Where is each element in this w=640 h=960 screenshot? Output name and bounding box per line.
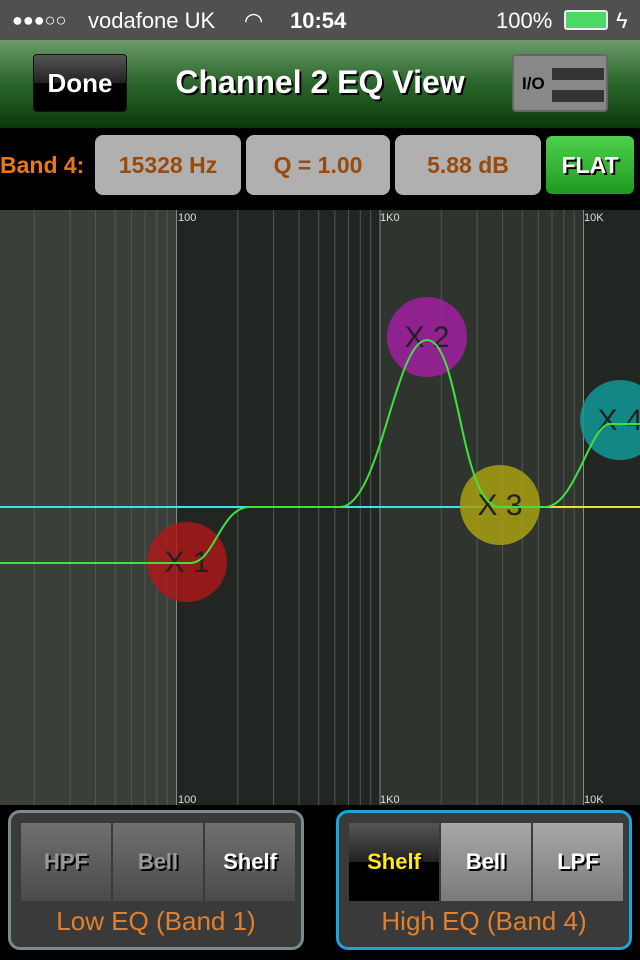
gain-field[interactable]: 5.88 dB xyxy=(395,135,541,195)
eq-node[interactable]: X 3 xyxy=(460,465,540,545)
low-eq-panel: HPF Bell Shelf Low EQ (Band 1) xyxy=(8,810,304,950)
signal-strength: ●●●○○ xyxy=(12,10,67,30)
io-button[interactable]: I/O xyxy=(512,54,608,112)
battery-icon xyxy=(564,10,608,30)
low-bell-button[interactable]: Bell xyxy=(113,823,203,901)
high-shelf-button[interactable]: Shelf xyxy=(349,823,439,901)
charging-icon: ϟ xyxy=(616,8,628,33)
io-label: I/O xyxy=(522,74,545,93)
low-hpf-button[interactable]: HPF xyxy=(21,823,111,901)
io-icon xyxy=(552,90,604,102)
high-eq-title: High EQ (Band 4) xyxy=(381,906,587,936)
frequency-field[interactable]: 15328 Hz xyxy=(95,135,241,195)
band-label: Band 4: xyxy=(0,152,85,178)
wifi-icon: ◠ xyxy=(244,8,264,33)
clock: 10:54 xyxy=(290,8,347,33)
band-parameters: Band 4: 15328 Hz Q = 1.00 5.88 dB FLAT xyxy=(0,128,640,210)
flat-button[interactable]: FLAT xyxy=(546,136,634,194)
eq-graph[interactable]: 100 1K0 10K 100 1K0 10K X 1 X 2 X 3 X 4 xyxy=(0,210,640,805)
svg-text:X 4: X 4 xyxy=(597,404,640,437)
high-bell-button[interactable]: Bell xyxy=(441,823,531,901)
freq-label-top: 100 xyxy=(178,212,196,224)
status-bar: ●●●○○ vodafone UK ◠ 10:54 100% ϟ xyxy=(0,0,640,40)
freq-label-top: 1K0 xyxy=(380,212,400,224)
freq-label-bottom: 1K0 xyxy=(380,794,400,805)
q-field[interactable]: Q = 1.00 xyxy=(246,135,390,195)
svg-text:X 2: X 2 xyxy=(404,321,449,354)
io-icon xyxy=(552,68,604,80)
low-eq-title: Low EQ (Band 1) xyxy=(56,906,256,936)
high-eq-panel: Shelf Bell LPF High EQ (Band 4) xyxy=(336,810,632,950)
freq-label-top: 10K xyxy=(584,212,604,224)
battery-percent: 100% xyxy=(496,8,553,33)
nav-bar: Done Channel 2 EQ View I/O xyxy=(0,40,640,128)
svg-text:X 3: X 3 xyxy=(477,489,522,522)
eq-node[interactable]: X 2 xyxy=(387,297,467,377)
high-lpf-button[interactable]: LPF xyxy=(533,823,623,901)
low-shelf-button[interactable]: Shelf xyxy=(205,823,295,901)
freq-label-bottom: 10K xyxy=(584,794,604,805)
freq-label-bottom: 100 xyxy=(178,794,196,805)
carrier: vodafone UK xyxy=(88,8,216,33)
